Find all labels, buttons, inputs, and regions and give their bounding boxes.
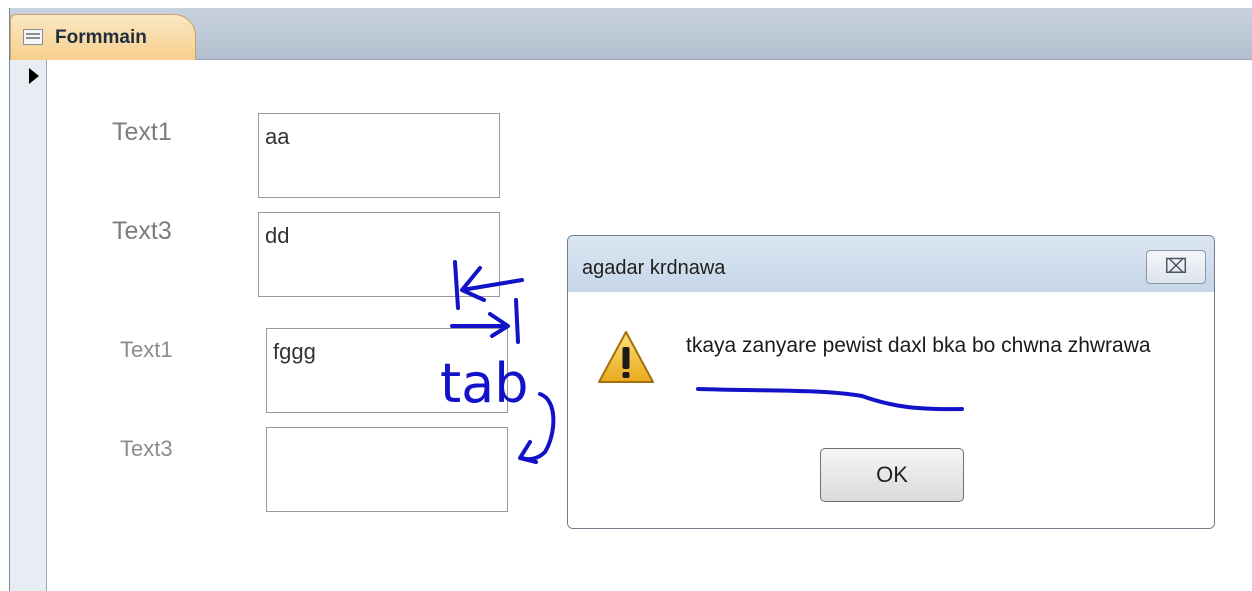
dialog-body: tkaya zanyare pewist daxl bka bo chwna z… (568, 292, 1214, 528)
field-label-text1: Text1 (112, 118, 172, 146)
tabbar-divider (196, 59, 1252, 60)
record-selector[interactable] (10, 60, 47, 591)
field-label-text3: Text3 (112, 217, 172, 245)
close-button[interactable]: ⌧ (1146, 250, 1206, 284)
field-label-text1-second: Text1 (120, 337, 173, 362)
ok-button[interactable]: OK (820, 448, 964, 502)
text1-second-input[interactable]: fggg (266, 328, 508, 413)
message-dialog: agadar krdnawa ⌧ tkaya zanyare pewist da… (567, 235, 1215, 529)
text3-second-input[interactable] (266, 427, 508, 512)
field-label-text3-second: Text3 (120, 436, 173, 461)
current-record-arrow-icon (29, 68, 39, 84)
form-icon (23, 29, 43, 45)
dialog-titlebar: agadar krdnawa ⌧ (568, 236, 1214, 292)
annotation-return-arrow (518, 392, 556, 464)
tab-bar: Formmain (10, 8, 1252, 60)
text1-input[interactable]: aa (258, 113, 500, 198)
dialog-title: agadar krdnawa (582, 257, 726, 279)
close-icon: ⌧ (1164, 256, 1188, 278)
text3-input[interactable]: dd (258, 212, 500, 297)
warning-icon (598, 331, 654, 383)
tab-title: Formmain (55, 27, 147, 48)
dialog-message: tkaya zanyare pewist daxl bka bo chwna z… (686, 334, 1151, 357)
tab-formmain[interactable]: Formmain (10, 14, 196, 60)
